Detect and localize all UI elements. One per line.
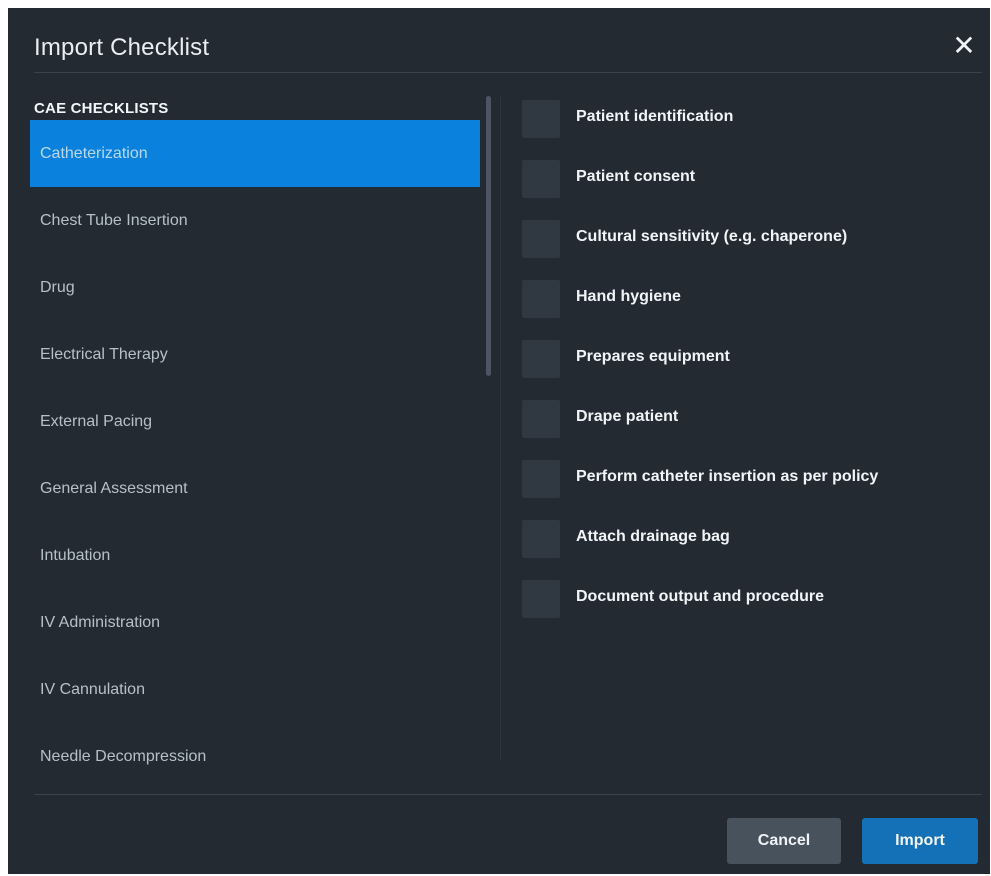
header-divider — [34, 72, 982, 73]
footer-divider — [34, 794, 982, 795]
dialog-title: Import Checklist — [34, 34, 210, 61]
category-item[interactable]: Electrical Therapy — [30, 321, 480, 388]
category-item-label: Catheterization — [40, 144, 148, 162]
category-item-label: IV Cannulation — [40, 680, 145, 698]
checklist-item[interactable]: Document output and procedure — [522, 576, 982, 636]
checklist-item-label: Hand hygiene — [576, 288, 681, 305]
import-button[interactable]: Import — [862, 818, 978, 864]
section-title: CAE CHECKLISTS — [34, 100, 169, 117]
category-item[interactable]: Catheterization — [30, 120, 480, 187]
category-item-label: General Assessment — [40, 479, 188, 497]
category-item[interactable]: IV Cannulation — [30, 656, 480, 723]
category-item[interactable]: Chest Tube Insertion — [30, 187, 480, 254]
checklist-item[interactable]: Cultural sensitivity (e.g. chaperone) — [522, 216, 982, 276]
checkbox[interactable] — [522, 580, 560, 618]
checklist-item-label: Cultural sensitivity (e.g. chaperone) — [576, 228, 848, 245]
checkbox[interactable] — [522, 460, 560, 498]
category-item-label: Needle Decompression — [40, 747, 207, 765]
category-item[interactable]: IV Administration — [30, 589, 480, 656]
scrollbar[interactable] — [486, 96, 491, 376]
checklist-category-panel: CAE CHECKLISTS Catheterization Chest Tube… — [30, 98, 480, 778]
checkbox[interactable] — [522, 160, 560, 198]
dialog-header: Import Checklist ✕ — [8, 8, 990, 74]
category-item-label: IV Administration — [40, 613, 161, 631]
checklist-item[interactable]: Patient identification — [522, 96, 982, 156]
checkbox[interactable] — [522, 280, 560, 318]
checklist-item[interactable]: Patient consent — [522, 156, 982, 216]
checklist-item-label: Patient identification — [576, 108, 734, 125]
category-item[interactable]: Intubation — [30, 522, 480, 589]
checklist-item[interactable]: Drape patient — [522, 396, 982, 456]
checkbox[interactable] — [522, 100, 560, 138]
category-item[interactable]: Needle Decompression — [30, 723, 480, 790]
checklist-items-panel: Patient identification Patient consent Cul… — [522, 96, 982, 636]
category-item-label: Chest Tube Insertion — [40, 211, 188, 229]
close-icon[interactable]: ✕ — [950, 32, 978, 60]
checklist-item[interactable]: Hand hygiene — [522, 276, 982, 336]
category-item-label: Drug — [40, 278, 75, 296]
category-item-label: Electrical Therapy — [40, 345, 168, 363]
checkbox[interactable] — [522, 400, 560, 438]
panel-divider — [500, 96, 501, 761]
checklist-item-label: Prepares equipment — [576, 348, 730, 365]
checkbox[interactable] — [522, 340, 560, 378]
checklist-item-label: Attach drainage bag — [576, 528, 730, 545]
checklist-item-label: Patient consent — [576, 168, 696, 185]
checklist-item-label: Perform catheter insertion as per policy — [576, 468, 879, 485]
checklist-item[interactable]: Prepares equipment — [522, 336, 982, 396]
checklist-item[interactable]: Attach drainage bag — [522, 516, 982, 576]
cancel-button[interactable]: Cancel — [727, 818, 841, 864]
checkbox[interactable] — [522, 220, 560, 258]
category-list: Catheterization Chest Tube Insertion Drug E… — [30, 120, 480, 790]
checklist-item-label: Document output and procedure — [576, 588, 824, 605]
category-item[interactable]: General Assessment — [30, 455, 480, 522]
category-item-label: Intubation — [40, 546, 111, 564]
category-item[interactable]: External Pacing — [30, 388, 480, 455]
category-item-label: External Pacing — [40, 412, 153, 430]
checkbox[interactable] — [522, 520, 560, 558]
import-checklist-dialog: Import Checklist ✕ CAE CHECKLISTS Cathet… — [8, 8, 990, 874]
category-item[interactable]: Drug — [30, 254, 480, 321]
checklist-item-label: Drape patient — [576, 408, 679, 425]
checklist-item[interactable]: Perform catheter insertion as per policy — [522, 456, 982, 516]
